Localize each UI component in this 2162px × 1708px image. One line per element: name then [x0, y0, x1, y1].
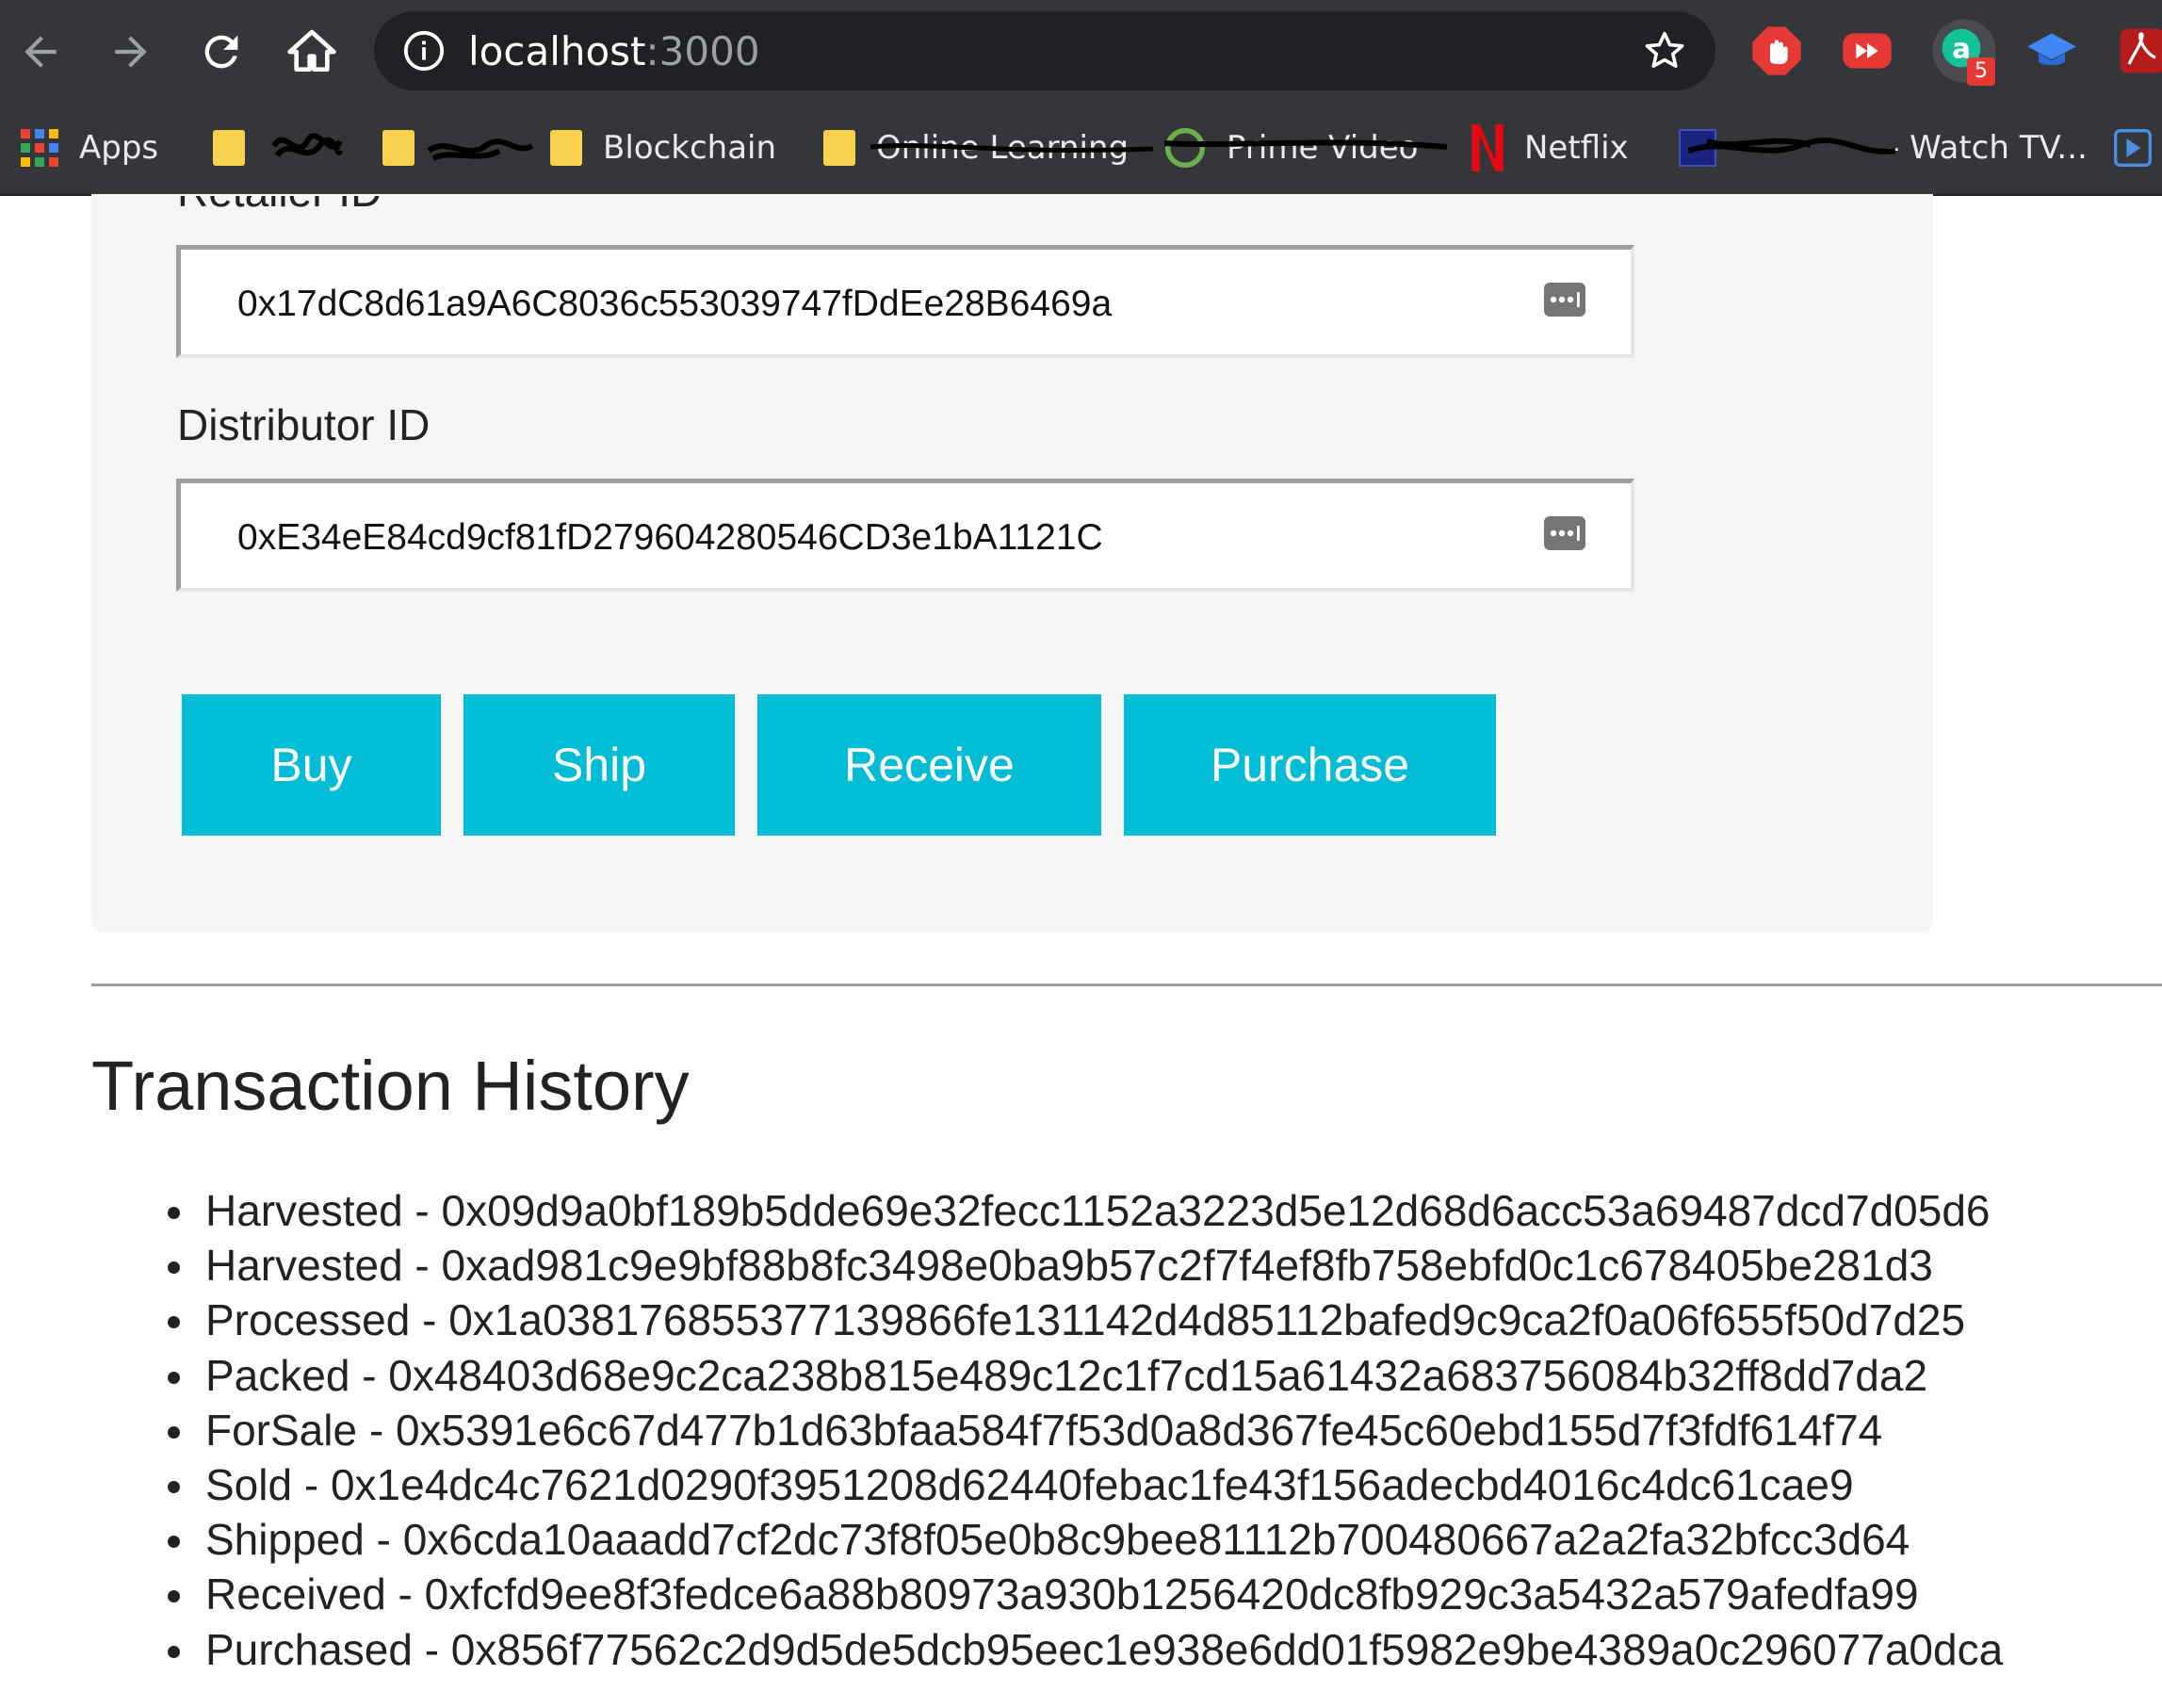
redaction-strikethrough: [1164, 139, 1447, 150]
pdf-extension-icon[interactable]: [2116, 24, 2162, 77]
distributor-id-value: 0xE34eE84cd9cf81fD279604280546CD3e1bA112…: [237, 517, 1103, 558]
list-item: Received - 0xfcfd9ee8f3fedce6a88b80973a9…: [168, 1567, 2003, 1621]
bookmark-blockchain-label: Blockchain: [603, 129, 777, 167]
bookmark-prime-video[interactable]: Prime Video: [1164, 121, 1447, 175]
transaction-history-list: Harvested - 0x09d9a0bf189b5dde69e32fecc1…: [168, 1183, 2003, 1677]
back-arrow-icon: [24, 36, 57, 68]
back-button[interactable]: [9, 21, 72, 83]
folder-icon: [550, 130, 582, 166]
password-manager-icon[interactable]: [1544, 282, 1585, 317]
list-item: Harvested - 0xad981c9e9bf88b8fc3498e0ba9…: [168, 1238, 2003, 1293]
extension-badge: 5: [1967, 57, 1995, 86]
redaction-strikethrough: [870, 142, 1153, 154]
bookmark-netflix[interactable]: Netflix: [1471, 121, 1629, 175]
redaction-scribble: [427, 138, 534, 161]
purchase-button[interactable]: Purchase: [1124, 694, 1496, 836]
list-item: Processed - 0x1a038176855377139866fe1311…: [168, 1293, 2003, 1347]
home-icon: [287, 29, 336, 72]
site-info-icon[interactable]: [402, 29, 446, 73]
reload-button[interactable]: [190, 21, 252, 83]
play-arrow-icon: [2114, 129, 2152, 167]
redaction-scribble: [1688, 138, 1895, 155]
list-item: Harvested - 0x09d9a0bf189b5dde69e32fecc1…: [168, 1183, 2003, 1238]
distributor-id-input[interactable]: 0xE34eE84cd9cf81fD279604280546CD3e1bA112…: [176, 479, 1634, 592]
folder-icon: [382, 130, 415, 166]
retailer-id-value: 0x17dC8d61a9A6C8036c553039747fDdEe28B646…: [237, 284, 1113, 324]
address-bar[interactable]: localhost:3000: [374, 11, 1715, 90]
list-item: Shipped - 0x6cda10aaadd7cf2dc73f8f05e0b8…: [168, 1512, 2003, 1567]
youtube-extension-icon[interactable]: [1841, 24, 1894, 77]
apps-grid-icon: [21, 129, 58, 167]
bookmark-overflow[interactable]: [2114, 121, 2152, 175]
list-item: Purchased - 0x856f77562c2d9d5de5dcb95eec…: [168, 1622, 2003, 1677]
buy-button[interactable]: Buy: [182, 694, 441, 836]
folder-icon: [823, 130, 855, 166]
list-item: Sold - 0x1e4dc4c7621d0290f3951208d62440f…: [168, 1457, 2003, 1512]
bookmark-blockchain[interactable]: Blockchain: [550, 121, 776, 175]
url-port: :3000: [645, 28, 760, 74]
transaction-history-title: Transaction History: [91, 1047, 690, 1125]
bookmark-watch-tv-label: - Watch TV...: [1888, 129, 2088, 167]
bookmark-watch-tv[interactable]: - Watch TV...: [1679, 121, 2088, 175]
graduation-cap-extension-icon[interactable]: [2025, 24, 2078, 77]
url-text: localhost:3000: [468, 30, 760, 73]
forward-arrow-icon: [115, 36, 147, 68]
bookmark-apps[interactable]: Apps: [21, 121, 158, 175]
grammarly-extension-icon[interactable]: a 5: [1931, 18, 1997, 86]
bookmark-apps-label: Apps: [79, 129, 159, 167]
section-divider: [91, 984, 2162, 986]
redaction-scribble: [271, 133, 343, 158]
list-item: ForSale - 0x5391e6c67d477b1d63bfaa584f7f…: [168, 1403, 2003, 1457]
bookmark-online-learning[interactable]: Online Learning: [823, 121, 1153, 175]
reload-icon: [204, 35, 238, 69]
home-button[interactable]: [281, 21, 343, 83]
adblock-extension-icon[interactable]: [1750, 24, 1803, 77]
ship-button[interactable]: Ship: [463, 694, 735, 836]
bookmarks-bar: Apps Blockchain Online Learning Prime Vi…: [0, 102, 2162, 196]
list-item: Packed - 0x48403d68e9c2ca238b815e489c12c…: [168, 1348, 2003, 1403]
forward-button[interactable]: [100, 21, 162, 83]
bookmark-folder-1[interactable]: [213, 121, 343, 175]
receive-button[interactable]: Receive: [757, 694, 1101, 836]
distributor-id-label: Distributor ID: [177, 400, 431, 449]
password-manager-icon[interactable]: [1544, 515, 1585, 551]
retailer-id-input[interactable]: 0x17dC8d61a9A6C8036c553039747fDdEe28B646…: [176, 245, 1634, 358]
netflix-icon: [1471, 124, 1504, 171]
url-host: localhost: [468, 28, 646, 74]
bookmark-folder-2[interactable]: [382, 121, 534, 175]
browser-toolbar: localhost:3000 a 5: [0, 0, 2162, 102]
folder-icon: [213, 130, 245, 166]
bookmark-netflix-label: Netflix: [1524, 129, 1629, 167]
bookmark-star-icon[interactable]: [1642, 28, 1687, 73]
